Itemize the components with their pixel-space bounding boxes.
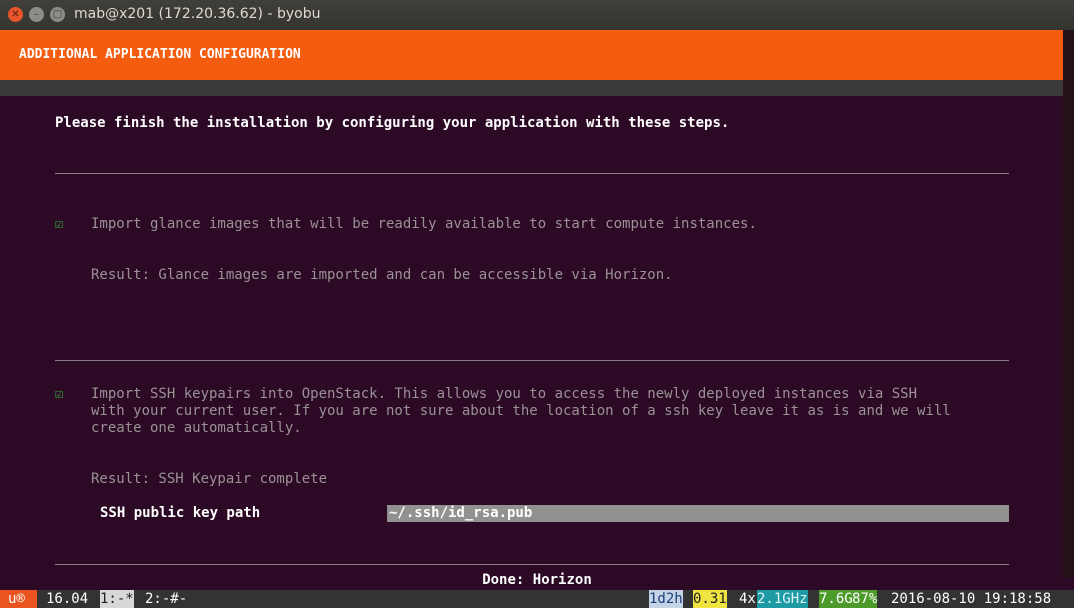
step2-checkbox[interactable]: ☑ bbox=[55, 386, 63, 403]
config-header: ADDITIONAL APPLICATION CONFIGURATION bbox=[0, 30, 1063, 80]
terminal-area[interactable]: ADDITIONAL APPLICATION CONFIGURATION Ple… bbox=[0, 30, 1074, 608]
window-tab-2[interactable]: 2:-#- bbox=[145, 590, 187, 608]
ssh-key-path-label: SSH public key path bbox=[100, 505, 261, 521]
header-band bbox=[0, 80, 1063, 96]
step2-description-line1: Import SSH keypairs into OpenStack. This… bbox=[91, 386, 918, 402]
cpu-frequency: 2.1GHz bbox=[757, 590, 808, 608]
cpu-count: 4x bbox=[739, 591, 756, 607]
ubuntu-logo-icon: u® bbox=[0, 590, 37, 608]
date-time: 2016-08-10 19:18:58 bbox=[891, 591, 1052, 607]
load-average: 0.31 bbox=[693, 590, 727, 608]
step1-checkbox[interactable]: ☑ bbox=[55, 216, 63, 233]
window-titlebar[interactable]: ✕ – □ mab@x201 (172.20.36.62) - byobu bbox=[0, 0, 1074, 30]
done-status: Done: Horizon bbox=[482, 572, 592, 588]
header-title: ADDITIONAL APPLICATION CONFIGURATION bbox=[19, 47, 301, 62]
minimize-window-icon[interactable]: – bbox=[29, 7, 44, 22]
step2-result: Result: SSH Keypair complete bbox=[91, 471, 328, 487]
maximize-window-icon[interactable]: □ bbox=[50, 7, 65, 22]
intro-text: Please finish the installation by config… bbox=[55, 115, 730, 131]
ssh-key-path-input[interactable]: ~/.ssh/id_rsa.pub bbox=[387, 505, 1009, 522]
os-version: 16.04 bbox=[46, 591, 89, 607]
window-title: mab@x201 (172.20.36.62) - byobu bbox=[74, 6, 321, 22]
memory: 7.6G bbox=[819, 590, 853, 608]
step1-result: Result: Glance images are imported and c… bbox=[91, 267, 673, 283]
scrollbar[interactable] bbox=[1063, 30, 1074, 578]
memory-percent: 87% bbox=[852, 590, 878, 608]
byobu-status-bar: u® 16.04 1:-* 2:-#- 1d2h 0.31 4x 2.1GHz … bbox=[0, 590, 1074, 608]
step2-description-line2: with your current user. If you are not s… bbox=[91, 403, 951, 419]
divider bbox=[55, 564, 1009, 565]
divider bbox=[55, 360, 1009, 361]
step2-description-line3: create one automatically. bbox=[91, 420, 302, 436]
uptime: 1d2h bbox=[649, 590, 683, 608]
close-window-icon[interactable]: ✕ bbox=[8, 7, 23, 22]
window-tab-1[interactable]: 1:-* bbox=[100, 590, 134, 608]
divider bbox=[55, 173, 1009, 174]
step1-description: Import glance images that will be readil… bbox=[91, 216, 757, 232]
